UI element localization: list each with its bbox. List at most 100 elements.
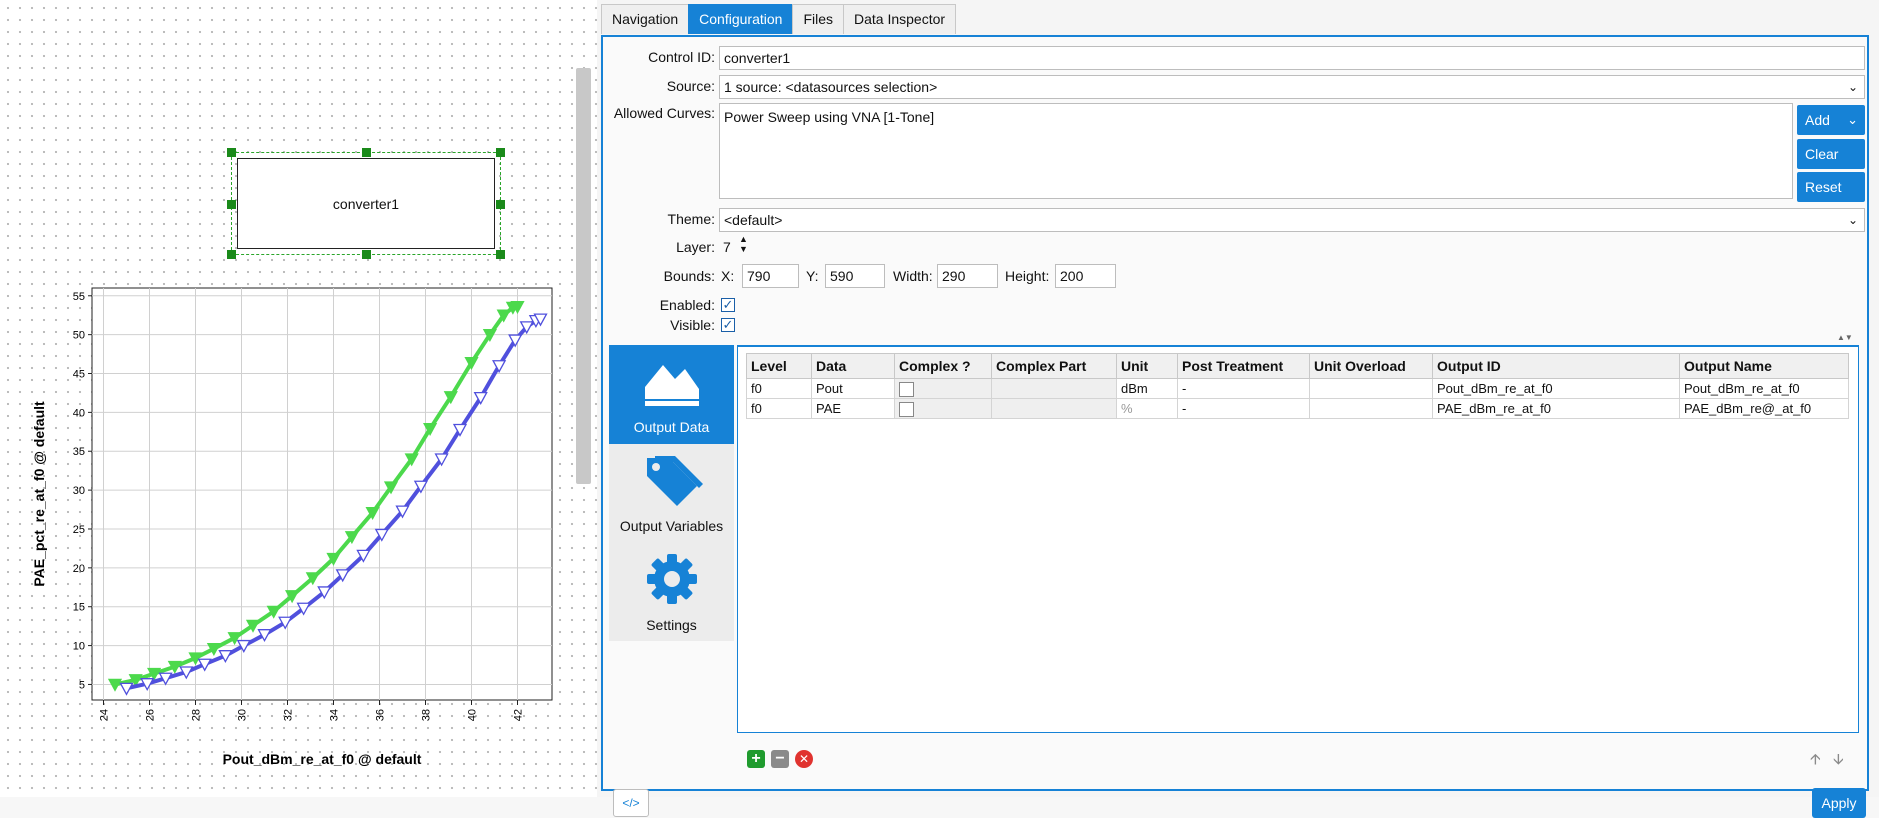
clear-curves-button[interactable]: Clear	[1797, 139, 1865, 169]
splitter-arrows-icon[interactable]: ▲▼	[1837, 333, 1853, 342]
cell-output-name[interactable]: Pout_dBm_re_at_f0	[1679, 378, 1849, 399]
resize-handle-top-left[interactable]	[227, 148, 236, 157]
cell-complex[interactable]	[894, 398, 992, 419]
y-tick-label: 25	[73, 524, 85, 536]
cell-unit[interactable]: dBm	[1116, 378, 1178, 399]
column-header-level[interactable]: Level	[746, 353, 812, 379]
resize-handle-bottom-right[interactable]	[496, 250, 505, 259]
move-down-icon[interactable]: 🡫	[1833, 749, 1844, 774]
complex-checkbox[interactable]	[899, 401, 914, 417]
enabled-label: Enabled:	[659, 297, 715, 313]
tab-files[interactable]: Files	[792, 4, 844, 34]
theme-select[interactable]: <default> ⌄	[719, 208, 1865, 232]
cell-complex-part[interactable]	[991, 378, 1117, 399]
resize-handle-top[interactable]	[362, 148, 371, 157]
column-header-output-name[interactable]: Output Name	[1679, 353, 1849, 379]
reset-curves-button[interactable]: Reset	[1797, 172, 1865, 202]
cell-level[interactable]: f0	[746, 378, 812, 399]
x-tick-label: 38	[421, 709, 433, 721]
resize-handle-top-right[interactable]	[496, 148, 505, 157]
source-select[interactable]: 1 source: <datasources selection> ⌄	[719, 75, 1865, 99]
cell-complex[interactable]	[894, 378, 992, 399]
resize-handle-bottom-left[interactable]	[227, 250, 236, 259]
column-header-output-id[interactable]: Output ID	[1432, 353, 1680, 379]
pae-vs-pout-chart[interactable]: 24 26 28 30 32 34 36 38 40 42 5 10 15 20 25 30 35 40 45 50 5…	[30, 278, 560, 778]
cell-output-id[interactable]: PAE_dBm_re_at_f0	[1432, 398, 1680, 419]
cell-output-name[interactable]: PAE_dBm_re@_at_f0	[1679, 398, 1849, 419]
x-tick-label: 32	[283, 709, 295, 721]
enabled-checkbox[interactable]: ✓	[721, 298, 735, 312]
plot-area	[91, 287, 553, 701]
layer-spinbox[interactable]: 7 ▲ ▼	[719, 236, 755, 260]
cell-post-treatment[interactable]: -	[1177, 398, 1310, 419]
remove-row-icon[interactable]: −	[771, 750, 789, 768]
layer-value: 7	[723, 239, 731, 255]
cell-post-treatment[interactable]: -	[1177, 378, 1310, 399]
vertical-scrollbar[interactable]	[576, 68, 591, 484]
table-row[interactable]: f0 PAE % - PAE_dBm_re_at_f0 PAE_dBm_re@_…	[746, 398, 1849, 419]
bounds-width-input[interactable]: 290	[937, 264, 998, 288]
cell-output-id[interactable]: Pout_dBm_re_at_f0	[1432, 378, 1680, 399]
column-header-unit-overload[interactable]: Unit Overload	[1309, 353, 1433, 379]
bounds-y-input[interactable]: 590	[825, 264, 885, 288]
sidebar-item-output-data[interactable]: Output Data	[609, 345, 734, 444]
cell-data[interactable]: PAE	[811, 398, 895, 419]
column-header-post-treatment[interactable]: Post Treatment	[1177, 353, 1310, 379]
add-button-label: Add	[1805, 112, 1830, 128]
x-tick-label: 42	[513, 709, 525, 721]
clear-rows-icon[interactable]: ✕	[795, 750, 813, 768]
column-header-unit[interactable]: Unit	[1116, 353, 1178, 379]
properties-panel: Navigation Configuration Files Data Insp…	[597, 0, 1879, 818]
allowed-curve-item[interactable]: Power Sweep using VNA [1-Tone]	[724, 109, 934, 125]
resize-handle-bottom[interactable]	[362, 250, 371, 259]
visible-checkbox[interactable]: ✓	[721, 318, 735, 332]
resize-handle-left[interactable]	[227, 200, 236, 209]
sidebar-item-label: Output Data	[633, 419, 710, 435]
design-canvas[interactable]: converter1 24 26 28 30 32 34 36 38 40 42 5 10 15 20 25…	[0, 0, 597, 797]
cell-level[interactable]: f0	[746, 398, 812, 419]
move-up-icon[interactable]: 🡩	[1810, 749, 1821, 774]
y-tick-label: 45	[73, 369, 85, 381]
cell-data[interactable]: Pout	[811, 378, 895, 399]
cell-complex-part[interactable]	[991, 398, 1117, 419]
tab-data-inspector[interactable]: Data Inspector	[843, 4, 957, 34]
bounds-width-label: Width:	[893, 268, 933, 284]
source-value: 1 source: <datasources selection>	[724, 79, 938, 95]
sidebar-item-settings[interactable]: Settings	[609, 543, 734, 642]
column-header-complex-part[interactable]: Complex Part	[991, 353, 1117, 379]
complex-checkbox[interactable]	[899, 381, 914, 397]
column-header-complex[interactable]: Complex ?	[894, 353, 992, 379]
layer-label: Layer:	[676, 239, 715, 255]
bounds-y-label: Y:	[806, 268, 819, 284]
y-tick-label: 50	[73, 330, 85, 342]
x-tick-label: 34	[329, 709, 341, 721]
cell-unit-overload[interactable]	[1309, 398, 1433, 419]
cell-unit-overload[interactable]	[1309, 378, 1433, 399]
add-row-icon[interactable]: +	[747, 750, 765, 768]
sidebar-item-output-variables[interactable]: Output Variables	[609, 444, 734, 543]
x-tick-label: 28	[191, 709, 203, 721]
x-tick-label: 36	[375, 709, 387, 721]
resize-handle-right[interactable]	[496, 200, 505, 209]
sidebar-item-label: Output Variables	[619, 518, 724, 534]
table-row[interactable]: f0 Pout dBm - Pout_dBm_re_at_f0 Pout_dBm…	[746, 378, 1849, 399]
converter1-component[interactable]: converter1	[227, 148, 505, 259]
apply-button[interactable]: Apply	[1812, 788, 1866, 818]
control-id-label: Control ID:	[648, 49, 715, 65]
column-header-data[interactable]: Data	[811, 353, 895, 379]
code-view-button[interactable]: </>	[613, 789, 649, 817]
output-data-table-panel: Level Data Complex ? Complex Part Unit P…	[737, 345, 1859, 733]
theme-value: <default>	[724, 212, 783, 228]
cell-unit[interactable]: %	[1116, 398, 1178, 419]
chevron-down-icon: ⌄	[1847, 112, 1858, 127]
allowed-curves-list[interactable]: Power Sweep using VNA [1-Tone]	[719, 103, 1793, 199]
y-tick-label: 15	[73, 602, 85, 614]
bounds-height-input[interactable]: 200	[1055, 264, 1116, 288]
add-curve-button[interactable]: Add ⌄	[1797, 105, 1865, 135]
tab-navigation[interactable]: Navigation	[601, 4, 690, 34]
control-id-input[interactable]: converter1	[719, 46, 1865, 70]
tab-configuration[interactable]: Configuration	[688, 4, 794, 34]
spin-up-down-icon[interactable]: ▲ ▼	[739, 236, 748, 254]
y-tick-label: 35	[73, 446, 85, 458]
bounds-x-input[interactable]: 790	[742, 264, 799, 288]
